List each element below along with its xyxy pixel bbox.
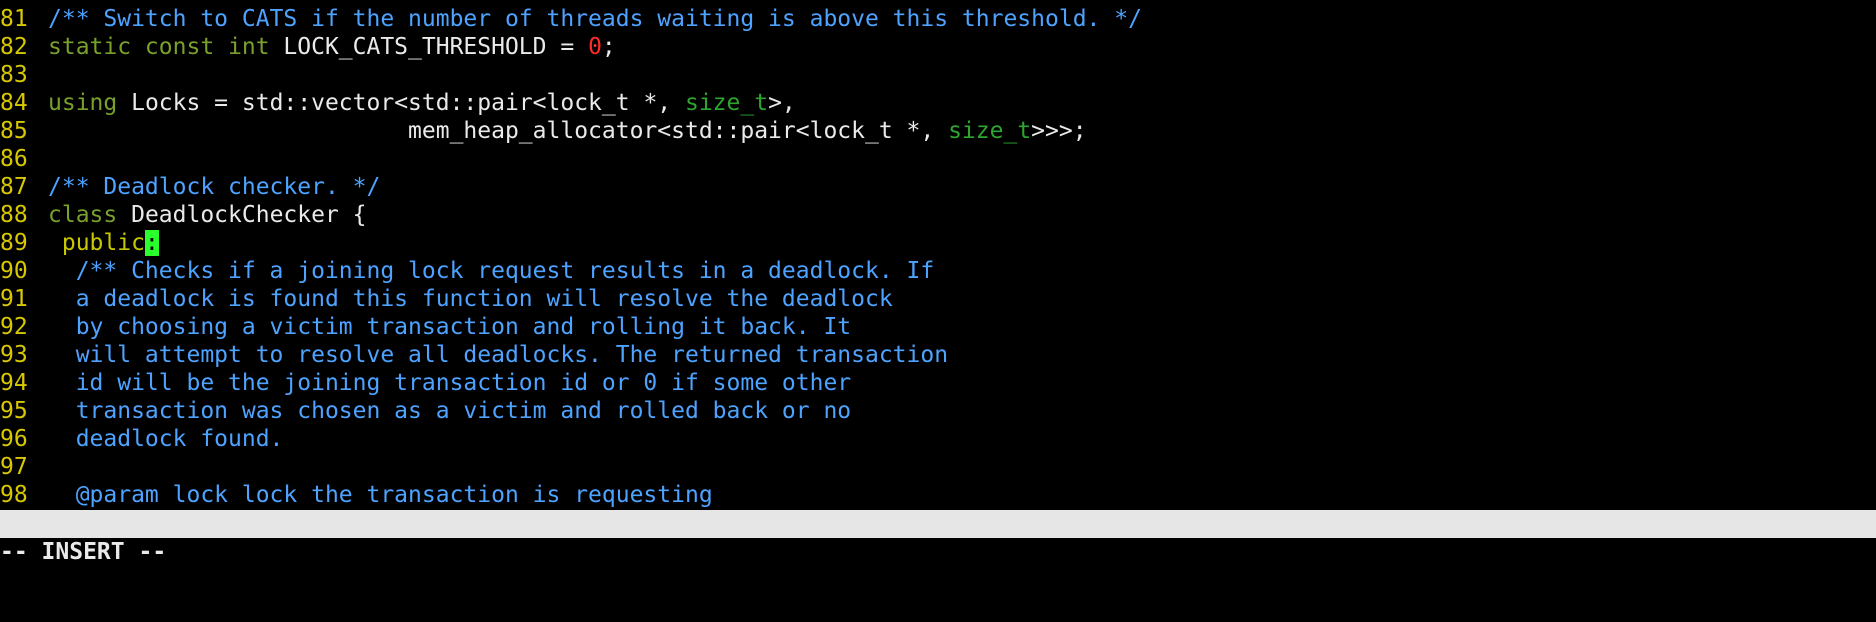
line-number: 89 <box>0 230 28 256</box>
code-line[interactable]: 91 a deadlock is found this function wil… <box>0 285 1876 313</box>
code-token: static const int <box>48 34 270 60</box>
code-token: /** Checks if a joining lock request res… <box>48 258 935 284</box>
vim-editor[interactable]: 81 /** Switch to CATS if the number of th… <box>0 0 1876 593</box>
code-token: Locks = std::vector<std::pair<lock_t *, <box>117 90 685 116</box>
mode-indicator: -- INSERT -- <box>0 539 167 565</box>
code-token: transaction was chosen as a victim and r… <box>48 398 852 424</box>
line-number: 98 <box>0 482 28 508</box>
line-number: 95 <box>0 398 28 424</box>
line-number: 86 <box>0 146 28 172</box>
text-cursor: : <box>144 230 159 256</box>
line-number: 92 <box>0 314 28 340</box>
line-number: 85 <box>0 118 28 144</box>
line-number: 94 <box>0 370 28 396</box>
line-number: 83 <box>0 62 28 88</box>
code-line[interactable]: 84 using Locks = std::vector<std::pair<lo… <box>0 89 1876 117</box>
status-line: 89:8 [ 0%] [+] ~/MySQL8/LATEST/LATEST-FI… <box>0 510 1876 593</box>
code-token: DeadlockChecker { <box>117 202 367 228</box>
code-line[interactable]: 98 @param lock lock the transaction is r… <box>0 481 1876 509</box>
line-number: 87 <box>0 174 28 200</box>
code-line[interactable]: 88 class DeadlockChecker { <box>0 201 1876 229</box>
code-line[interactable]: 92 by choosing a victim transaction and … <box>0 313 1876 341</box>
line-number: 91 <box>0 286 28 312</box>
code-token: size_t <box>948 118 1032 144</box>
line-number: 96 <box>0 426 28 452</box>
code-token: LOCK_CATS_THRESHOLD = <box>269 34 589 60</box>
code-token: using <box>48 90 118 116</box>
code-token: >>>; <box>1031 118 1087 144</box>
code-token: a deadlock is found this function will r… <box>48 286 893 312</box>
file-path: [+] ~/MySQL8/LATEST/LATEST-FIFO/mysql-se… <box>768 567 1876 593</box>
code-token: /** Deadlock checker. */ <box>48 174 381 200</box>
line-number: 90 <box>0 258 28 284</box>
code-token: >, <box>768 90 796 116</box>
code-token: id will be the joining transaction id or… <box>48 370 852 396</box>
line-number: 84 <box>0 90 28 116</box>
code-line[interactable]: 82 static const int LOCK_CATS_THRESHOLD =… <box>0 33 1876 61</box>
code-token: @param lock lock the transaction is requ… <box>48 482 713 508</box>
code-token: /** Switch to CATS if the number of thre… <box>48 6 1142 32</box>
code-token: by choosing a victim transaction and rol… <box>48 314 852 340</box>
code-token: deadlock found. <box>48 426 284 452</box>
code-line[interactable]: 83 <box>0 61 1876 89</box>
code-token: will attempt to resolve all deadlocks. T… <box>48 342 949 368</box>
line-number: 81 <box>0 6 28 32</box>
code-token: mem_heap_allocator<std::pair<lock_t *, <box>48 118 949 144</box>
code-token: class <box>48 202 118 228</box>
code-area[interactable]: 81 /** Switch to CATS if the number of th… <box>0 5 1876 509</box>
code-line[interactable]: 81 /** Switch to CATS if the number of th… <box>0 5 1876 33</box>
code-token: size_t <box>684 90 769 116</box>
code-line[interactable]: 96 deadlock found. <box>0 425 1876 453</box>
code-line[interactable]: 85 mem_heap_allocator<std::pair<lock_t *… <box>0 117 1876 145</box>
code-token: public <box>48 230 145 256</box>
line-number: 93 <box>0 342 28 368</box>
code-line[interactable]: 95 transaction was chosen as a victim an… <box>0 397 1876 425</box>
code-line[interactable]: 89 public: <box>0 229 1876 257</box>
code-line[interactable]: 87 /** Deadlock checker. */ <box>0 173 1876 201</box>
code-line[interactable]: 97 <box>0 453 1876 481</box>
code-token: ; <box>601 34 616 60</box>
code-line[interactable]: 90 /** Checks if a joining lock request … <box>0 257 1876 285</box>
line-number: 97 <box>0 454 28 480</box>
code-line[interactable]: 86 <box>0 145 1876 173</box>
line-number: 82 <box>0 34 28 60</box>
code-token: 0 <box>588 34 602 60</box>
code-line[interactable]: 94 id will be the joining transaction id… <box>0 369 1876 397</box>
line-number: 88 <box>0 202 28 228</box>
code-line[interactable]: 93 will attempt to resolve all deadlocks… <box>0 341 1876 369</box>
